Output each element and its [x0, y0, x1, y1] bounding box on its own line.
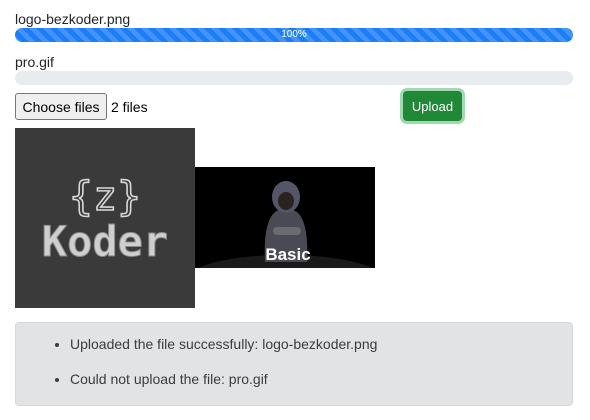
file-name-label: logo-bezkoder.png — [15, 11, 131, 27]
upload-button[interactable]: Upload — [403, 91, 462, 121]
logo-image: {z} Koder — [15, 128, 195, 308]
message-list: Uploaded the file successfully: logo-bez… — [16, 323, 572, 388]
file-count-status: 2 files — [111, 99, 148, 115]
gif-caption-text: Basic — [265, 245, 310, 264]
image-preview: {z} Koder — [15, 128, 195, 308]
message-box: Uploaded the file successfully: logo-bez… — [15, 322, 573, 406]
choose-files-button[interactable]: Choose files — [15, 93, 107, 120]
image-preview: Basic — [195, 167, 375, 268]
progress-bar-track — [15, 71, 573, 85]
file-name-label: pro.gif — [15, 54, 54, 70]
progress-bar-fill: 100% — [15, 28, 573, 42]
logo-brace-text: {z} — [69, 174, 141, 220]
message-item: Could not upload the file: pro.gif — [70, 371, 572, 388]
message-item: Uploaded the file successfully: logo-bez… — [70, 336, 572, 353]
logo-word-text: Koder — [42, 217, 168, 266]
progress-bar-track: 100% — [15, 28, 573, 42]
gif-image: Basic — [195, 167, 375, 268]
